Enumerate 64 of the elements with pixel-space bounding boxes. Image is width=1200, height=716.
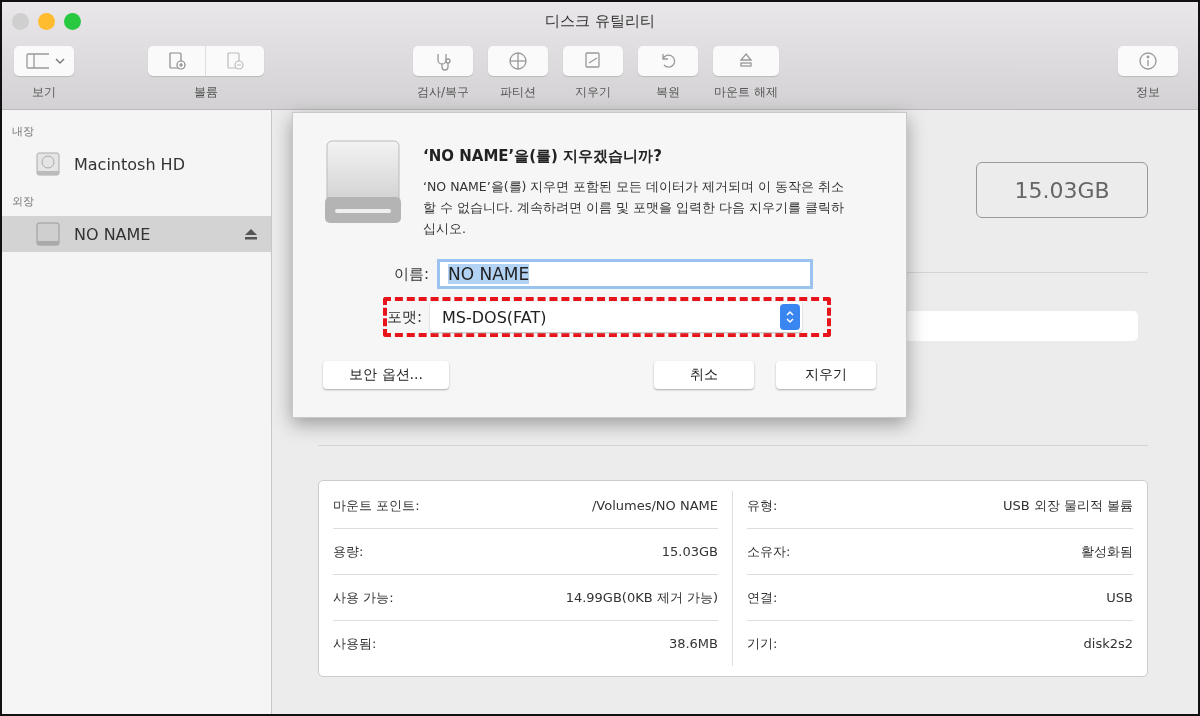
capacity-label: 15.03GB [976,162,1148,218]
toolbar-label: 파티션 [500,84,536,101]
info-value: 15.03GB [661,544,718,559]
erase-icon [583,51,603,71]
info-value: 14.99GB(0KB 제거 가능) [565,588,718,607]
dialog-button[interactable]: 취소 [654,361,754,389]
info-value: USB [1106,590,1133,605]
field-label: 이름: [392,264,429,284]
toolbar-label: 복원 [656,84,680,101]
info-value: 38.6MB [668,636,718,651]
toolbar-label: 지우기 [575,84,611,101]
window-button[interactable] [64,12,81,30]
info-label: 기기: [747,634,778,653]
toolbar-button[interactable] [638,46,698,76]
drive-icon [323,139,403,225]
info-icon [1138,51,1158,71]
name-field[interactable]: NO NAME [437,259,813,289]
toolbar-label: 보기 [32,84,56,101]
info-label: 용량: [333,542,364,561]
dialog-button[interactable]: 보안 옵션... [323,361,449,389]
info-value: disk2s2 [1083,636,1133,651]
toolbar-button[interactable] [413,46,473,76]
sidebar-heading: 내장 [12,125,34,138]
stepper-icon [785,309,796,325]
window-title: 디스크 유틸리티 [545,11,655,30]
toolbar-button[interactable] [713,46,779,76]
eject-icon[interactable] [245,228,257,240]
format-popup[interactable]: MS-DOS(FAT) [430,302,803,332]
window-button[interactable] [12,12,29,30]
info-label: 연결: [747,588,778,607]
sidebar-heading: 외장 [12,195,34,208]
remove-volume-icon [225,51,245,71]
name-value: NO NAME [448,264,530,284]
dialog-button[interactable]: 지우기 [776,361,876,389]
info-label: 소유자: [747,542,791,561]
dialog-title: ‘NO NAME’을(를) 지우겠습니까? [423,147,663,166]
field-label: 포맷: [387,307,423,327]
hard-drive-icon [36,151,60,177]
toolbar-label: 볼륨 [194,84,218,101]
pie-icon [508,51,528,71]
disk-name: NO NAME [74,224,152,244]
info-value: /Volumes/NO NAME [591,498,718,513]
dialog-message: ‘NO NAME’을(를) 지우면 포함된 모든 데이터가 제거되며 이 동작은 취소할 수 없습니다. 계속하려면 이름 및 포맷을 입력한 다음 지우기를 클릭하십시오. [423,178,846,238]
sidebar-item[interactable]: NO NAME [2,216,271,252]
info-value: USB 외장 물리적 볼륨 [1002,496,1133,515]
info-label: 사용 가능: [333,588,394,607]
chevron-icon [55,57,65,65]
add-volume-icon [166,51,187,71]
toolbar-button[interactable] [1118,46,1178,76]
view-button[interactable] [14,46,74,76]
drive-icon [36,221,60,247]
sidebar-item[interactable]: Macintosh HD [2,146,271,182]
disk-name: Macintosh HD [74,154,186,174]
toolbar-label: 정보 [1136,84,1160,101]
toolbar-button[interactable] [563,46,623,76]
toolbar-label: 검사/복구 [416,84,469,101]
toolbar-button[interactable] [488,46,548,76]
info-label: 사용됨: [333,634,377,653]
toolbar-label: 마운트 해제 [714,84,778,101]
sidebar-icon [23,51,49,71]
info-label: 마운트 포인트: [333,496,420,515]
window-button[interactable] [38,12,55,30]
info-value: 활성화됨 [1081,542,1133,561]
info-label: 유형: [747,496,778,515]
